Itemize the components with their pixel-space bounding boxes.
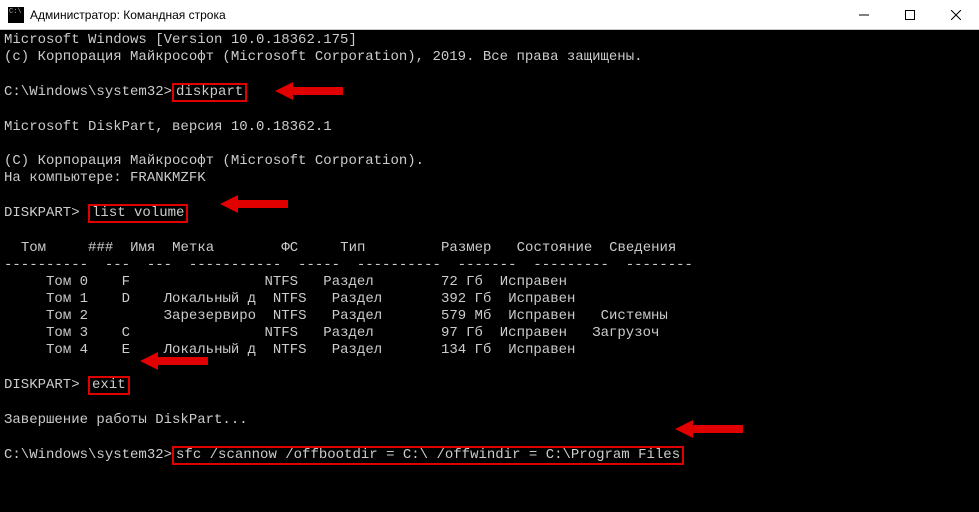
command-list-volume: list volume [88,204,188,223]
command-exit: exit [88,376,130,395]
table-header-row: Том ### Имя Метка ФС Тип Размер Состояни… [4,240,676,256]
close-icon [951,10,961,20]
diskpart-exit: Завершение работы DiskPart... [4,412,248,428]
table-row: Том 3 C NTFS Раздел 97 Гб Исправен Загру… [4,325,659,341]
prompt-path: DISKPART> [4,377,88,393]
header-line: (с) Корпорация Майкрософт (Microsoft Cor… [4,49,643,65]
terminal-output[interactable]: Microsoft Windows [Version 10.0.18362.17… [0,30,979,512]
maximize-icon [905,10,915,20]
table-row: Том 0 F NTFS Раздел 72 Гб Исправен [4,274,567,290]
window-title: Администратор: Командная строка [30,8,841,22]
red-arrow-icon [220,193,290,215]
minimize-button[interactable] [841,0,887,29]
titlebar[interactable]: Администратор: Командная строка [0,0,979,30]
prompt-path: DISKPART> [4,205,88,221]
window-controls [841,0,979,29]
table-row: Том 1 D Локальный д NTFS Раздел 392 Гб И… [4,291,575,307]
table-row: Том 4 E Локальный д NTFS Раздел 134 Гб И… [4,342,575,358]
command-sfc: sfc /scannow /offbootdir = C:\ /offwindi… [172,446,684,465]
command-diskpart: diskpart [172,83,247,102]
maximize-button[interactable] [887,0,933,29]
table-row: Том 2 Зарезервиро NTFS Раздел 579 Мб Исп… [4,308,668,324]
command-prompt-window: Администратор: Командная строка Microsof… [0,0,979,512]
prompt-path: C:\Windows\system32> [4,84,172,100]
table-separator: ---------- --- --- ----------- ----- ---… [4,257,693,273]
close-button[interactable] [933,0,979,29]
red-arrow-icon [275,80,345,102]
app-icon [8,7,24,23]
diskpart-info: Microsoft DiskPart, версия 10.0.18362.1 [4,119,332,135]
minimize-icon [859,10,869,20]
header-line: Microsoft Windows [Version 10.0.18362.17… [4,32,357,48]
diskpart-info: (C) Корпорация Майкрософт (Microsoft Cor… [4,153,424,169]
red-arrow-icon [675,418,745,440]
prompt-path: C:\Windows\system32> [4,447,172,463]
diskpart-info: На компьютере: FRANKMZFK [4,170,206,186]
